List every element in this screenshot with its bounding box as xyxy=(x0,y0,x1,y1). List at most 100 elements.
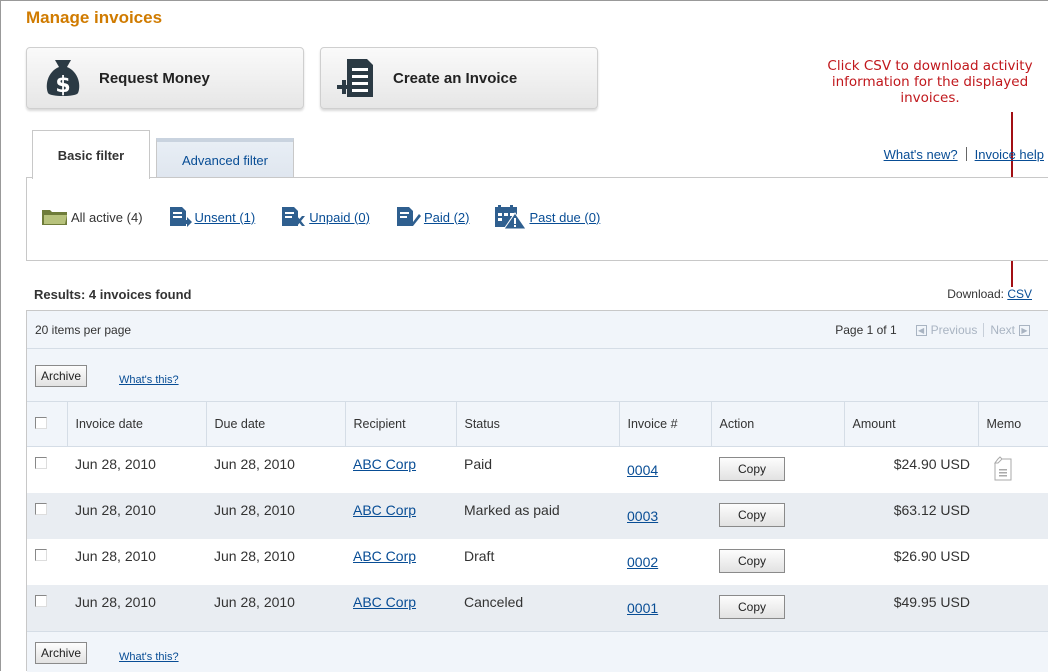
filter-past-due[interactable]: Past due (0) xyxy=(493,204,600,230)
tab-advanced-filter-label: Advanced filter xyxy=(182,152,268,168)
whats-this-link[interactable]: What's this? xyxy=(119,651,179,663)
copy-button[interactable]: Copy xyxy=(719,548,785,573)
page-info: Page 1 of 1 xyxy=(835,323,897,337)
recipient-link[interactable]: ABC Corp xyxy=(353,548,416,564)
basic-filter-panel: All active (4) Unsent (1) Unpaid (0) Pai… xyxy=(26,177,1048,261)
due-date: Jun 28, 2010 xyxy=(214,456,295,472)
svg-text:$: $ xyxy=(55,73,70,98)
filter-paid[interactable]: Paid (2) xyxy=(394,206,470,228)
recipient-link[interactable]: ABC Corp xyxy=(353,456,416,472)
archive-button[interactable]: Archive xyxy=(35,365,88,387)
table-row: Jun 28, 2010 Jun 28, 2010 ABC Corp Cance… xyxy=(27,584,1048,631)
invoice-number-cell: 0004 xyxy=(619,447,711,493)
archive-bar-bottom: Archive What's this? xyxy=(27,631,1048,672)
csv-download-link[interactable]: CSV xyxy=(1007,287,1032,301)
paid-invoice-icon xyxy=(396,207,421,226)
money-bag-icon: $ xyxy=(46,60,80,98)
invoice-date: Jun 28, 2010 xyxy=(67,584,206,631)
row-select-cell xyxy=(27,539,67,585)
memo-cell xyxy=(978,539,1048,585)
filter-past-due-label: Past due (0) xyxy=(529,209,601,225)
due-date: Jun 28, 2010 xyxy=(214,547,295,564)
unpaid-invoice-icon xyxy=(282,207,306,226)
invoice-help-link[interactable]: Invoice help xyxy=(975,147,1044,162)
invoice-number-cell: 0001 xyxy=(619,584,711,631)
previous-page-button[interactable]: ◀ Previous xyxy=(912,323,978,337)
invoice-number-cell: 0002 xyxy=(619,539,711,585)
memo-cell xyxy=(978,584,1048,631)
invoice-number-link[interactable]: 0002 xyxy=(627,554,658,570)
status: Marked as paid xyxy=(456,492,619,539)
filter-unsent[interactable]: Unsent (1) xyxy=(167,206,255,228)
due-date: Jun 28, 2010 xyxy=(206,492,345,539)
row-select-cell xyxy=(27,447,67,493)
memo-cell xyxy=(978,492,1048,539)
request-money-button[interactable]: $ Request Money xyxy=(26,47,304,109)
col-action: Action xyxy=(710,401,844,447)
pagination: Page 1 of 1 ◀ Previous Next ▶ xyxy=(835,323,1034,337)
invoice-number-link[interactable]: 0003 xyxy=(627,508,658,524)
invoice-number-link[interactable]: 0004 xyxy=(627,462,658,478)
filter-paid-label: Paid (2) xyxy=(423,209,470,225)
past-due-icon xyxy=(495,205,528,230)
table-header-row: Invoice date Due date Recipient Status I… xyxy=(27,401,1048,447)
request-money-label: Request Money xyxy=(99,69,210,87)
table-row: Jun 28, 2010 Jun 28, 2010 ABC Corp Paid … xyxy=(27,447,1048,493)
due-date: Jun 28, 2010 xyxy=(206,584,345,631)
create-invoice-button[interactable]: Create an Invoice xyxy=(320,47,598,109)
copy-button[interactable]: Copy xyxy=(719,457,785,481)
row-checkbox[interactable] xyxy=(35,502,47,515)
invoice-date: Jun 28, 2010 xyxy=(75,456,156,472)
invoice-number-link[interactable]: 0001 xyxy=(627,600,658,616)
copy-button[interactable]: Copy xyxy=(719,594,785,619)
amount: $26.90 USD xyxy=(893,547,970,564)
previous-page-label: Previous xyxy=(930,323,978,337)
tab-basic-filter[interactable]: Basic filter xyxy=(32,130,150,179)
filter-unpaid[interactable]: Unpaid (0) xyxy=(279,206,370,228)
recipient-link[interactable]: ABC Corp xyxy=(353,502,416,518)
recipient-cell: ABC Corp xyxy=(345,492,456,539)
table-row: Jun 28, 2010 Jun 28, 2010 ABC Corp Marke… xyxy=(27,492,1048,539)
csv-annotation: Click CSV to download activity informati… xyxy=(827,58,1033,106)
chevron-left-icon: ◀ xyxy=(915,324,927,336)
next-page-button[interactable]: Next ▶ xyxy=(990,323,1034,337)
memo-icon[interactable] xyxy=(992,456,1014,482)
recipient-cell: ABC Corp xyxy=(345,447,456,493)
col-invoice-date[interactable]: Invoice date xyxy=(66,401,206,447)
recipient-link[interactable]: ABC Corp xyxy=(353,594,416,610)
results-panel: 20 items per page Page 1 of 1 ◀ Previous… xyxy=(26,310,1048,672)
folder-icon xyxy=(42,210,67,225)
recipient-cell: ABC Corp xyxy=(345,584,456,631)
filter-all-active[interactable]: All active (4) xyxy=(41,207,143,227)
copy-button[interactable]: Copy xyxy=(719,502,785,527)
select-all-checkbox[interactable] xyxy=(35,416,47,429)
col-invoice-number[interactable]: Invoice # xyxy=(618,401,711,447)
whats-new-link[interactable]: What's new? xyxy=(884,147,958,162)
status: Paid xyxy=(464,456,493,472)
whats-this-link[interactable]: What's this? xyxy=(119,374,179,386)
table-row: Jun 28, 2010 Jun 28, 2010 ABC Corp Draft… xyxy=(27,539,1048,585)
items-per-page: 20 items per page xyxy=(35,323,132,337)
col-recipient[interactable]: Recipient xyxy=(344,401,456,447)
row-checkbox[interactable] xyxy=(35,548,47,561)
row-checkbox[interactable] xyxy=(35,457,47,469)
unsent-invoice-icon xyxy=(169,207,192,227)
amount: $49.95 USD xyxy=(844,584,978,631)
col-status[interactable]: Status xyxy=(455,401,619,447)
results-count: Results: 4 invoices found xyxy=(34,287,192,302)
archive-button[interactable]: Archive xyxy=(35,642,88,664)
col-memo: Memo xyxy=(977,401,1048,447)
help-links: What's new? Invoice help xyxy=(884,147,1044,162)
create-invoice-icon xyxy=(337,59,373,97)
invoice-number-cell: 0003 xyxy=(619,492,711,539)
tab-advanced-filter[interactable]: Advanced filter xyxy=(156,138,294,178)
memo-cell xyxy=(978,447,1048,493)
row-select-cell xyxy=(27,584,67,631)
status-filter-row: All active (4) Unsent (1) Unpaid (0) Pai… xyxy=(41,204,624,230)
chevron-right-icon: ▶ xyxy=(1019,324,1030,336)
col-amount[interactable]: Amount xyxy=(843,401,978,447)
row-checkbox[interactable] xyxy=(35,594,47,607)
action-cell: Copy xyxy=(711,447,844,493)
action-cell: Copy xyxy=(711,492,844,539)
col-due-date[interactable]: Due date xyxy=(205,401,345,447)
